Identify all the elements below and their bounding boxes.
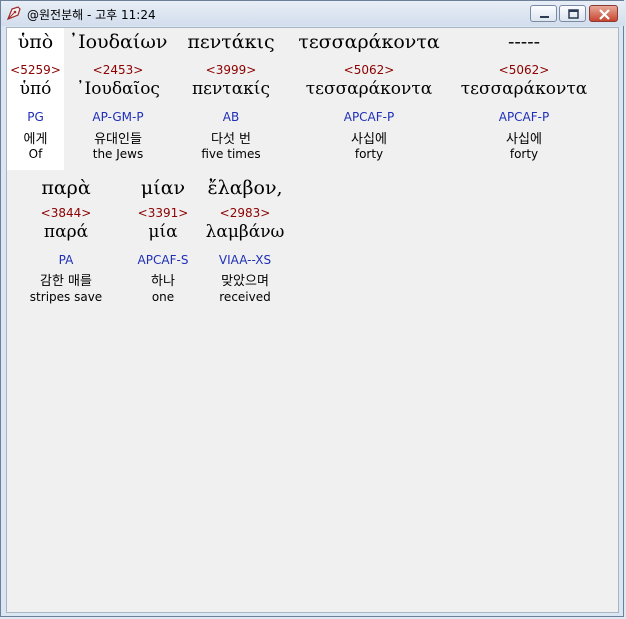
korean-gloss: 다섯 번 [210, 132, 251, 147]
english-gloss: forty [354, 147, 384, 161]
korean-gloss: 감한 매를 [40, 274, 92, 289]
greek-word: ᾿Ιουδαίων [68, 31, 168, 53]
word-column[interactable]: ----- <5062> τεσσαράκοντα APCAF-P 사십에 fo… [449, 28, 599, 170]
lemma: ὑπό [19, 79, 52, 99]
parsing-code: APCAF-P [343, 110, 395, 124]
korean-gloss: 유대인들 [94, 132, 142, 147]
strong-number: <3999> [205, 63, 257, 77]
strong-number: <5259> [10, 63, 61, 77]
korean-gloss: 에게 [23, 132, 48, 147]
maximize-button[interactable] [559, 5, 586, 22]
parsing-code: VIAA--XS [218, 253, 272, 267]
lemma: ᾿Ιουδαῖος [76, 79, 160, 99]
lemma: πεντακίς [191, 79, 270, 99]
parsing-code: AB [222, 110, 240, 124]
parsing-code: AP-GM-P [92, 110, 144, 124]
strong-number: <5062> [498, 63, 550, 77]
word-column[interactable]: μίαν <3391> μία APCAF-S 하나 one [125, 174, 201, 316]
app-window: @원전분해 - 고후 11:24 ὑπὸ <5259> ὑπό PG 에게 Of… [0, 0, 625, 617]
english-gloss: the Jews [92, 147, 144, 161]
word-column[interactable]: τεσσαράκοντα <5062> τεσσαράκοντα APCAF-P… [294, 28, 444, 170]
lemma: τεσσαράκοντα [305, 79, 433, 99]
title-bar[interactable]: @원전분해 - 고후 11:24 [1, 1, 625, 26]
word-column[interactable]: παρὰ <3844> παρά PA 감한 매를 stripes save [24, 174, 108, 316]
english-gloss: Of [28, 147, 43, 161]
parsing-code: PG [27, 110, 44, 124]
strong-number: <3844> [40, 206, 92, 220]
greek-word: παρὰ [41, 177, 91, 199]
word-column[interactable]: ὑπὸ <5259> ὑπό PG 에게 Of [7, 28, 64, 170]
word-column[interactable]: πεντάκις <3999> πεντακίς AB 다섯 번 five ti… [177, 28, 285, 170]
minimize-icon [540, 16, 549, 18]
greek-word: τεσσαράκοντα [298, 31, 440, 53]
maximize-icon [568, 9, 579, 19]
window-title: @원전분해 - 고후 11:24 [27, 8, 156, 22]
strong-number: <3391> [137, 206, 189, 220]
interlinear-panel: ὑπὸ <5259> ὑπό PG 에게 Of ᾿Ιουδαίων <2453>… [6, 27, 619, 613]
greek-word: μίαν [140, 177, 186, 199]
english-gloss: five times [201, 147, 261, 161]
parsing-code: APCAF-P [498, 110, 550, 124]
strong-number: <5062> [343, 63, 395, 77]
korean-gloss: 맞았으며 [221, 274, 269, 289]
lemma: παρά [43, 222, 89, 242]
korean-gloss: 하나 [151, 274, 175, 289]
parsing-code: PA [58, 253, 74, 267]
word-column[interactable]: ᾿Ιουδαίων <2453> ᾿Ιουδαῖος AP-GM-P 유대인들 … [64, 28, 172, 170]
english-gloss: forty [509, 147, 539, 161]
strong-number: <2453> [92, 63, 144, 77]
strong-number: <2983> [219, 206, 271, 220]
greek-word: ὑπὸ [17, 31, 54, 53]
english-gloss: stripes save [29, 290, 103, 304]
greek-word: ----- [507, 31, 541, 53]
lemma: μία [148, 222, 178, 242]
pen-nib-icon [6, 6, 21, 21]
minimize-button[interactable] [530, 5, 557, 22]
greek-word: ἔλαβον, [207, 177, 283, 199]
lemma: λαμβάνω [205, 222, 285, 242]
word-column[interactable]: ἔλαβον, <2983> λαμβάνω VIAA--XS 맞았으며 rec… [202, 174, 288, 316]
english-gloss: received [219, 290, 271, 304]
english-gloss: one [151, 290, 175, 304]
lemma: τεσσαράκοντα [460, 79, 588, 99]
greek-word: πεντάκις [187, 31, 275, 53]
korean-gloss: 사십에 [506, 132, 542, 147]
korean-gloss: 사십에 [351, 132, 387, 147]
parsing-code: APCAF-S [137, 253, 189, 267]
close-icon [599, 9, 610, 20]
close-button[interactable] [589, 5, 618, 22]
